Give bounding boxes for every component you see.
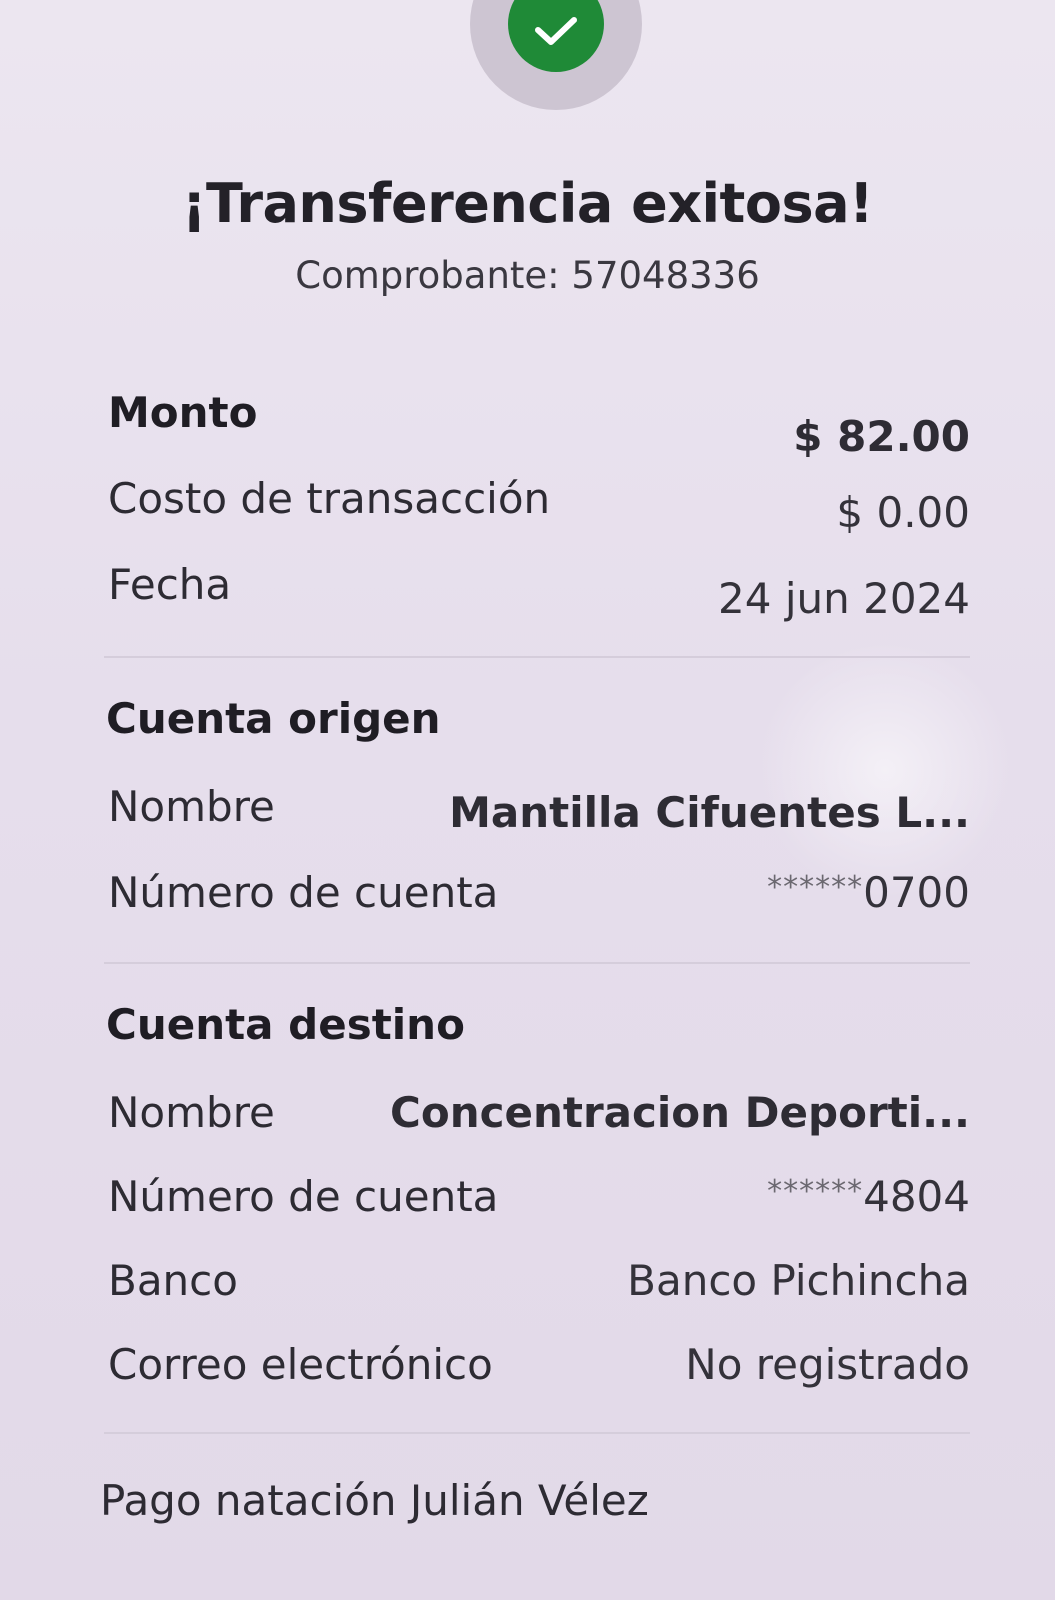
account-last-digits: 0700 bbox=[863, 868, 970, 917]
account-mask: ****** bbox=[767, 870, 864, 905]
destination-name-label: Nombre bbox=[108, 1088, 275, 1137]
email-label: Correo electrónico bbox=[108, 1340, 493, 1389]
divider bbox=[104, 656, 970, 658]
receipt-label: Comprobante: bbox=[295, 254, 560, 297]
date-row: Fecha 24 jun 2024 bbox=[108, 560, 970, 623]
page-title: ¡Transferencia exitosa! bbox=[181, 172, 874, 235]
destination-account-row: Número de cuenta ******4804 bbox=[108, 1172, 970, 1221]
fee-value: $ 0.00 bbox=[836, 488, 970, 537]
amount-label: Monto bbox=[108, 388, 258, 437]
receipt-line: Comprobante: 57048336 bbox=[0, 254, 1055, 297]
bank-value: Banco Pichincha bbox=[627, 1256, 970, 1305]
receipt-number: 57048336 bbox=[571, 254, 760, 297]
bank-row: Banco Banco Pichincha bbox=[108, 1256, 970, 1305]
destination-account-label: Número de cuenta bbox=[108, 1172, 499, 1221]
origin-name-value: Mantilla Cifuentes L... bbox=[449, 788, 970, 837]
origin-section-title: Cuenta origen bbox=[106, 694, 441, 743]
date-value: 24 jun 2024 bbox=[718, 574, 970, 623]
account-mask: ****** bbox=[767, 1174, 864, 1209]
origin-account-value: ******0700 bbox=[767, 868, 970, 917]
origin-account-label: Número de cuenta bbox=[108, 868, 499, 917]
date-label: Fecha bbox=[108, 560, 232, 609]
email-row: Correo electrónico No registrado bbox=[108, 1340, 970, 1389]
fee-row: Costo de transacción $ 0.00 bbox=[108, 474, 970, 537]
fee-label: Costo de transacción bbox=[108, 474, 551, 523]
destination-account-value: ******4804 bbox=[767, 1172, 970, 1221]
origin-name-row: Nombre Mantilla Cifuentes L... bbox=[108, 782, 970, 837]
origin-name-label: Nombre bbox=[108, 782, 275, 831]
email-value: No registrado bbox=[685, 1340, 970, 1389]
transfer-note: Pago natación Julián Vélez bbox=[100, 1476, 649, 1525]
amount-row: Monto $ 82.00 bbox=[108, 388, 970, 461]
transfer-receipt-screen: ¡Transferencia exitosa! Comprobante: 570… bbox=[0, 0, 1055, 1600]
divider bbox=[104, 962, 970, 964]
origin-account-row: Número de cuenta ******0700 bbox=[108, 868, 970, 917]
check-icon bbox=[535, 17, 577, 45]
account-last-digits: 4804 bbox=[863, 1172, 970, 1221]
destination-name-value: Concentracion Deporti... bbox=[390, 1088, 970, 1137]
destination-section-title: Cuenta destino bbox=[106, 1000, 465, 1049]
amount-value: $ 82.00 bbox=[793, 412, 970, 461]
divider bbox=[104, 1432, 970, 1434]
destination-name-row: Nombre Concentracion Deporti... bbox=[108, 1088, 970, 1137]
bank-label: Banco bbox=[108, 1256, 238, 1305]
screen-glare bbox=[755, 640, 1015, 900]
success-badge bbox=[508, 0, 604, 72]
success-halo bbox=[470, 0, 642, 110]
